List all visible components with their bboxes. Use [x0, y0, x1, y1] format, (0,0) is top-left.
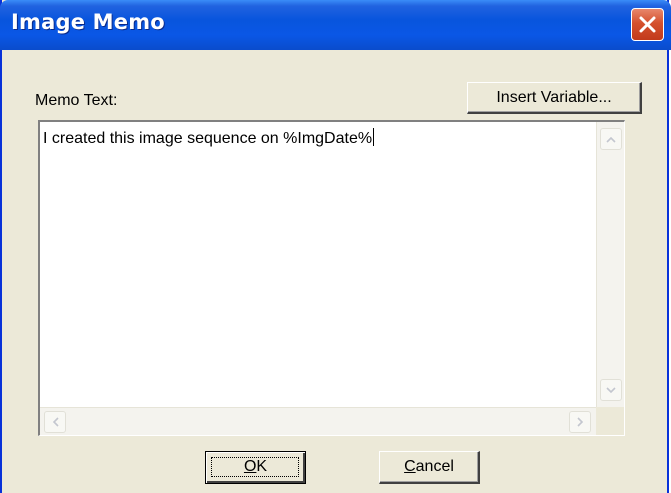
chevron-up-icon [606, 136, 616, 143]
insert-variable-button[interactable]: Insert Variable... [467, 82, 642, 114]
cancel-label: ancel [415, 458, 454, 475]
memo-textarea[interactable]: I created this image sequence on %ImgDat… [38, 120, 625, 436]
close-button[interactable] [631, 8, 664, 41]
scroll-right-button[interactable] [569, 411, 591, 433]
image-memo-dialog: Image Memo Memo Text: Insert Variable...… [0, 0, 671, 493]
chevron-right-icon [576, 417, 583, 427]
scrollbar-corner [596, 407, 624, 435]
ok-label: K [256, 458, 268, 475]
title-bar[interactable]: Image Memo [0, 0, 671, 50]
memo-text-label: Memo Text: [35, 92, 118, 109]
text-caret [373, 128, 375, 146]
scroll-left-button[interactable] [44, 411, 66, 433]
cancel-button[interactable]: Cancel [379, 451, 480, 484]
memo-text-content: I created this image sequence on %ImgDat… [43, 128, 375, 147]
chevron-down-icon [606, 386, 616, 393]
horizontal-scrollbar[interactable] [40, 407, 596, 435]
chevron-left-icon [52, 417, 59, 427]
ok-button[interactable]: OK [205, 451, 306, 484]
vertical-scrollbar[interactable] [596, 122, 624, 407]
cancel-mnemonic: C [404, 458, 416, 475]
scroll-up-button[interactable] [600, 128, 622, 150]
close-x-icon [639, 16, 656, 33]
ok-mnemonic: O [243, 458, 257, 475]
scroll-down-button[interactable] [600, 379, 622, 401]
window-title: Image Memo [11, 10, 165, 34]
